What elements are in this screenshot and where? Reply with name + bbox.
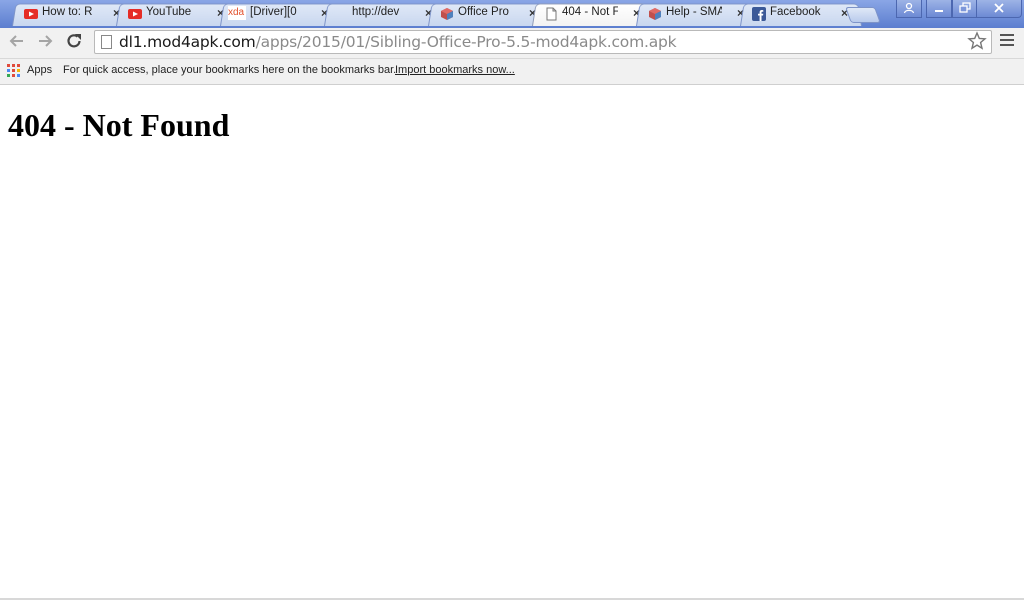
back-button[interactable] xyxy=(6,32,28,54)
page-heading: 404 - Not Found xyxy=(8,107,230,143)
bookmarks-hint: For quick access, place your bookmarks h… xyxy=(63,64,397,76)
new-tab-button[interactable] xyxy=(845,7,881,23)
restore-button[interactable] xyxy=(952,0,978,18)
url-domain: dl1.mod4apk.com xyxy=(119,33,256,51)
tab-label: [Driver][0 xyxy=(250,6,297,18)
cube-icon xyxy=(441,8,453,20)
address-bar[interactable]: dl1.mod4apk.com/apps/2015/01/Sibling-Off… xyxy=(94,30,992,54)
menu-bar-icon xyxy=(1000,44,1014,46)
tab-label: Facebook xyxy=(770,6,821,18)
bookmarks-bar: Apps For quick access, place your bookma… xyxy=(0,59,1024,85)
toolbar: dl1.mod4apk.com/apps/2015/01/Sibling-Off… xyxy=(0,28,1024,59)
facebook-icon xyxy=(752,7,766,21)
youtube-icon xyxy=(128,9,142,19)
url-path: /apps/2015/01/Sibling-Office-Pro-5.5-mod… xyxy=(255,33,677,51)
page-icon xyxy=(101,35,112,49)
tab-facebook[interactable]: Facebook × xyxy=(740,2,862,26)
tab-label: http://dev xyxy=(352,6,400,18)
import-bookmarks-link[interactable]: Import bookmarks now... xyxy=(395,64,515,76)
tab-label: 404 - Not F xyxy=(562,6,618,18)
window-close-button[interactable] xyxy=(976,0,1022,18)
youtube-icon xyxy=(24,9,38,19)
xda-icon: xda xyxy=(228,6,246,20)
minimize-icon xyxy=(935,10,943,12)
page-icon xyxy=(546,7,557,21)
page-content: 404 - Not Found xyxy=(0,85,1024,598)
apps-link[interactable]: Apps xyxy=(27,64,52,76)
url-text: dl1.mod4apk.com/apps/2015/01/Sibling-Off… xyxy=(119,33,677,51)
apps-grid-icon[interactable] xyxy=(7,64,21,78)
user-profile-button[interactable] xyxy=(896,0,922,18)
reload-button[interactable] xyxy=(63,32,85,54)
back-arrow-icon xyxy=(9,35,23,47)
menu-bar-icon xyxy=(1000,39,1014,41)
bookmark-star-icon[interactable] xyxy=(967,31,987,51)
restore-icon xyxy=(959,2,971,13)
close-icon xyxy=(994,3,1004,13)
user-icon xyxy=(903,2,915,14)
forward-arrow-icon xyxy=(39,35,53,47)
tab-label: Help - SMA xyxy=(666,6,722,18)
tab-label: How to: R xyxy=(42,6,93,18)
title-bar: How to: R × YouTube × xda [Driver][0 × h… xyxy=(0,0,1024,28)
reload-icon xyxy=(67,34,81,48)
cube-icon xyxy=(649,8,661,20)
menu-bar-icon xyxy=(1000,34,1014,36)
tab-label: Office Pro xyxy=(458,6,509,18)
menu-button[interactable] xyxy=(1000,34,1014,48)
minimize-button[interactable] xyxy=(926,0,952,18)
forward-button[interactable] xyxy=(34,32,56,54)
tab-label: YouTube xyxy=(146,6,192,18)
